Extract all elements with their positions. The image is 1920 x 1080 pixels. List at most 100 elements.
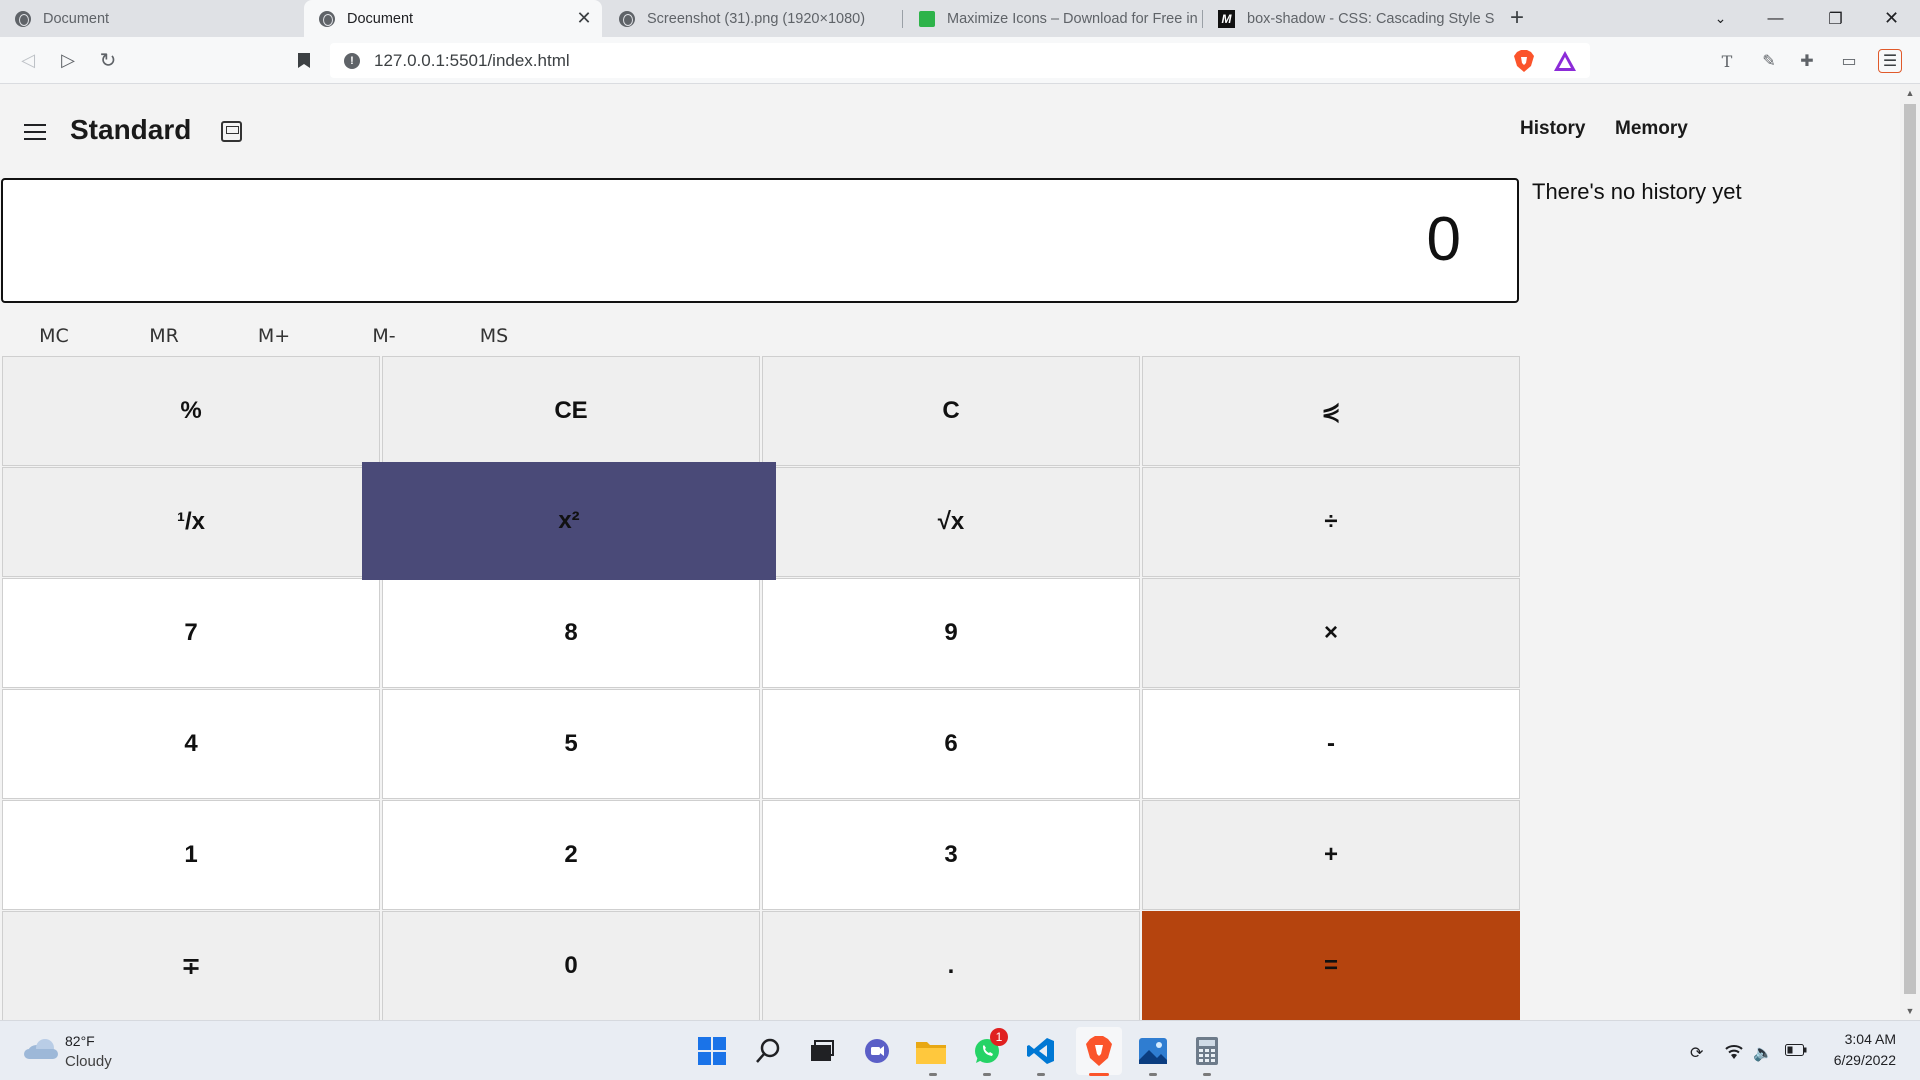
digit-0-key[interactable]: 0 xyxy=(382,911,760,1020)
tab-title: Document xyxy=(43,10,110,27)
extensions-puzzle-icon[interactable]: ✚ xyxy=(1795,49,1819,73)
digit-1-key[interactable]: 1 xyxy=(2,800,380,910)
memory-recall-button[interactable]: MR xyxy=(124,316,204,356)
page-scrollbar[interactable]: ▲ ▼ xyxy=(1900,84,1920,1020)
active-indicator xyxy=(1089,1073,1109,1076)
mdn-favicon-icon: M xyxy=(1218,9,1235,28)
digit-3-key[interactable]: 3 xyxy=(762,800,1140,910)
back-icon[interactable]: ◁ xyxy=(14,46,42,74)
brave-shields-icon[interactable] xyxy=(1512,49,1536,73)
vscode-icon[interactable] xyxy=(1024,1034,1058,1068)
memory-subtract-button[interactable]: M- xyxy=(344,316,424,356)
notification-badge: 1 xyxy=(990,1028,1008,1046)
globe-icon xyxy=(618,10,635,27)
reciprocal-key[interactable]: ¹/x xyxy=(2,467,380,577)
weather-temperature: 82°F xyxy=(65,1033,95,1049)
restore-icon[interactable]: ❐ xyxy=(1808,0,1863,37)
clock-time[interactable]: 3:04 AM xyxy=(1845,1031,1896,1047)
tab-title: box-shadow - CSS: Cascading Style Sh xyxy=(1247,10,1494,27)
brave-rewards-icon[interactable] xyxy=(1553,49,1577,73)
tab-history[interactable]: History xyxy=(1520,118,1585,140)
backspace-key[interactable]: ⋞ xyxy=(1142,356,1520,466)
add-key[interactable]: + xyxy=(1142,800,1520,910)
digit-9-key[interactable]: 9 xyxy=(762,578,1140,688)
search-icon[interactable] xyxy=(751,1034,785,1068)
tab-title: Maximize Icons – Download for Free in xyxy=(947,10,1198,27)
history-empty-message: There's no history yet xyxy=(1532,179,1742,204)
browser-tab[interactable]: Maximize Icons – Download for Free in xyxy=(904,0,1200,37)
teams-chat-icon[interactable] xyxy=(860,1034,894,1068)
negate-key[interactable]: ∓ xyxy=(2,911,380,1020)
digit-5-key[interactable]: 5 xyxy=(382,689,760,799)
clear-key[interactable]: C xyxy=(762,356,1140,466)
digit-4-key[interactable]: 4 xyxy=(2,689,380,799)
eyedropper-extension-icon[interactable]: ✎ xyxy=(1757,49,1781,73)
clock-date[interactable]: 6/29/2022 xyxy=(1834,1052,1896,1068)
wallet-icon[interactable]: ▭ xyxy=(1837,49,1861,73)
menu-icon[interactable]: ☰ xyxy=(1878,49,1902,73)
site-info-icon[interactable]: ! xyxy=(344,52,360,69)
square-key[interactable]: x² xyxy=(362,462,776,580)
reader-mode-icon[interactable]: T xyxy=(1715,49,1739,73)
taskbar: 82°F Cloudy 1 ⟳ 🔈 3:04 AM 6/29/2022 xyxy=(0,1020,1920,1080)
digit-2-key[interactable]: 2 xyxy=(382,800,760,910)
close-window-icon[interactable]: ✕ xyxy=(1864,0,1919,37)
whatsapp-icon[interactable]: 1 xyxy=(970,1028,1008,1068)
browser-tab[interactable]: Screenshot (31).png (1920×1080) xyxy=(604,0,900,37)
forward-icon[interactable]: ▷ xyxy=(54,46,82,74)
weather-description: Cloudy xyxy=(65,1053,112,1070)
digit-6-key[interactable]: 6 xyxy=(762,689,1140,799)
start-windows-icon[interactable] xyxy=(695,1034,729,1068)
calculator-display: 0 xyxy=(1,178,1519,303)
close-tab-icon[interactable]: ✕ xyxy=(572,8,596,29)
multiply-key[interactable]: × xyxy=(1142,578,1520,688)
digit-8-key[interactable]: 8 xyxy=(382,578,760,688)
tab-title: Document xyxy=(347,10,414,27)
tab-search-chevron-icon[interactable]: ⌄ xyxy=(1693,0,1748,37)
globe-icon xyxy=(14,10,31,27)
subtract-key[interactable]: - xyxy=(1142,689,1520,799)
mode-title: Standard xyxy=(70,114,192,145)
volume-icon[interactable]: 🔈 xyxy=(1753,1043,1773,1063)
percent-key[interactable]: % xyxy=(2,356,380,466)
globe-icon xyxy=(318,10,335,27)
hamburger-menu-icon[interactable] xyxy=(24,124,46,140)
clear-entry-key[interactable]: CE xyxy=(382,356,760,466)
equals-key[interactable]: = xyxy=(1142,911,1520,1020)
minimize-icon[interactable]: — xyxy=(1748,0,1803,37)
running-indicator xyxy=(1203,1073,1211,1076)
running-indicator xyxy=(1149,1073,1157,1076)
browser-tab-active[interactable]: Document ✕ xyxy=(304,0,602,37)
square-root-key[interactable]: √x xyxy=(762,467,1140,577)
decimal-key[interactable]: . xyxy=(762,911,1140,1020)
file-explorer-icon[interactable] xyxy=(914,1034,948,1068)
new-tab-icon[interactable]: + xyxy=(1510,4,1524,32)
cloud-weather-icon[interactable] xyxy=(24,1039,58,1059)
divide-key[interactable]: ÷ xyxy=(1142,467,1520,577)
brave-browser-icon[interactable] xyxy=(1082,1034,1116,1068)
keep-on-top-icon[interactable] xyxy=(221,121,242,142)
running-indicator xyxy=(929,1073,937,1076)
address-bar[interactable]: ! 127.0.0.1:5501/index.html xyxy=(330,43,1590,78)
browser-tab[interactable]: M box-shadow - CSS: Cascading Style Sh xyxy=(1204,0,1494,37)
calculator-app-icon[interactable] xyxy=(1190,1034,1224,1068)
bookmark-icon[interactable] xyxy=(290,46,318,74)
memory-add-button[interactable]: M+ xyxy=(234,316,314,356)
photos-icon[interactable] xyxy=(1136,1034,1170,1068)
scroll-up-icon[interactable]: ▲ xyxy=(1900,88,1920,98)
memory-clear-button[interactable]: MC xyxy=(14,316,94,356)
wifi-icon[interactable] xyxy=(1724,1043,1744,1064)
digit-7-key[interactable]: 7 xyxy=(2,578,380,688)
sync-icon[interactable]: ⟳ xyxy=(1690,1043,1703,1063)
browser-tab[interactable]: Document xyxy=(0,0,302,37)
reload-icon[interactable]: ↻ xyxy=(94,46,122,74)
scroll-down-icon[interactable]: ▼ xyxy=(1900,1006,1920,1016)
tab-separator xyxy=(902,10,903,28)
tab-memory[interactable]: Memory xyxy=(1615,118,1688,140)
scrollbar-thumb[interactable] xyxy=(1904,104,1916,994)
battery-icon[interactable] xyxy=(1785,1043,1807,1061)
browser-toolbar: ◁ ▷ ↻ ! 127.0.0.1:5501/index.html T ✎ ✚ … xyxy=(0,37,1920,84)
memory-store-button[interactable]: MS xyxy=(454,316,534,356)
tab-separator xyxy=(1202,10,1203,28)
task-view-icon[interactable] xyxy=(805,1034,839,1068)
